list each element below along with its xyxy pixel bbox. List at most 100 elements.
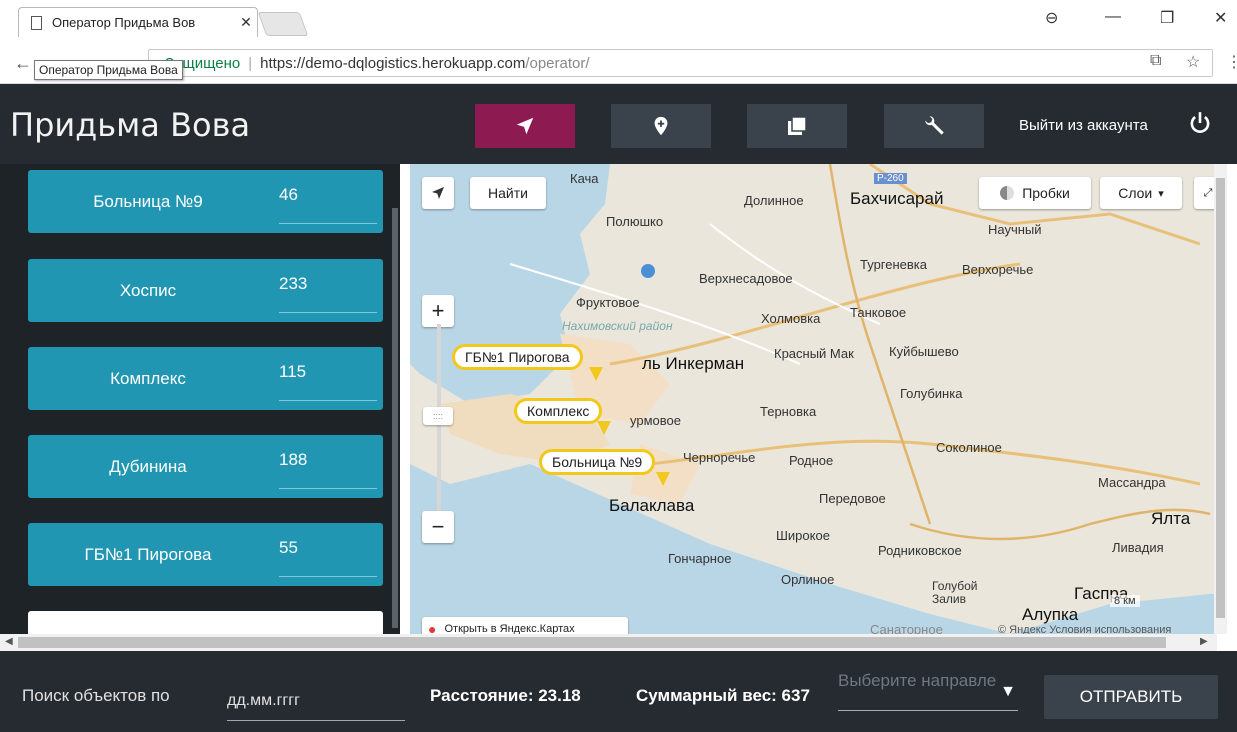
translate-icon[interactable]: ⧉ <box>1150 52 1161 70</box>
library-button[interactable] <box>747 104 847 148</box>
menu-icon[interactable]: ⋮ <box>1226 52 1237 72</box>
scroll-left-icon[interactable]: ◀ <box>5 636 13 647</box>
marker-label: Больница №9 <box>552 454 643 470</box>
objects-scrollbar[interactable] <box>390 164 400 634</box>
marker-label: Комплекс <box>527 403 590 419</box>
place-label: урмовое <box>630 413 681 428</box>
direction-select[interactable]: Выберите направле ▼ <box>838 671 1018 711</box>
map-scale: 8 км <box>1110 595 1140 607</box>
place-label: Ливадия <box>1112 540 1164 555</box>
objects-panel: Больница №9 46 Хоспис 233 Комплекс 115 Д… <box>0 164 400 634</box>
scroll-right-icon[interactable]: ▶ <box>1200 636 1208 647</box>
zoom-out-button[interactable]: − <box>422 511 454 543</box>
traffic-button[interactable]: Пробки <box>979 177 1091 209</box>
traffic-label: Пробки <box>1022 185 1070 201</box>
place-label: Холмовка <box>761 311 821 326</box>
object-value[interactable]: 233 <box>279 274 307 294</box>
map[interactable]: Кача Долинное Бахчисарай Р-260 Научный П… <box>410 164 1227 634</box>
place-label: Санаторное <box>870 622 943 634</box>
url-input[interactable]: Защищено | https://demo-dqlogistics.hero… <box>148 49 1213 77</box>
object-value[interactable]: 115 <box>279 362 306 382</box>
marker-tail <box>589 367 603 381</box>
place-label: Полюшко <box>606 214 664 229</box>
place-label: Терновка <box>760 404 817 419</box>
object-card[interactable]: Больница №9 46 <box>28 170 383 233</box>
traffic-icon <box>1000 186 1015 200</box>
minus-icon: − <box>431 514 445 539</box>
close-tab-icon[interactable]: ✕ <box>235 14 257 31</box>
map-copyright[interactable]: © Яндекс Условия использования <box>998 624 1171 634</box>
map-scrollbar[interactable] <box>1214 164 1227 634</box>
url-separator: | <box>248 54 253 72</box>
object-name: ГБ№1 Пирогова <box>84 545 212 564</box>
browser-tab[interactable]: Оператор Придьма Вов ✕ <box>18 7 258 37</box>
page-icon <box>31 15 42 30</box>
app-header: Придьма Вова Выйти из аккаунта <box>0 84 1237 164</box>
object-card[interactable]: Дубинина 188 <box>28 435 383 498</box>
road-label: Р-260 <box>874 173 907 184</box>
zoom-in-button[interactable]: + <box>422 295 454 327</box>
object-name: Дубинина <box>109 457 187 476</box>
navigation-icon <box>432 187 444 199</box>
map-marker[interactable]: ГБ№1 Пирогова <box>452 344 603 381</box>
place-label: Родное <box>789 453 834 468</box>
direction-placeholder: Выберите направле <box>838 671 997 690</box>
zoom-slider-handle[interactable]: :::: <box>423 407 453 425</box>
page-title: Придьма Вова <box>10 106 251 144</box>
profile-icon[interactable]: ⊖ <box>1045 8 1058 28</box>
url-host: https://demo-dqlogistics.herokuapp.com <box>260 54 526 72</box>
object-card[interactable]: Комплекс 115 <box>28 347 383 410</box>
find-button[interactable]: Найти <box>470 177 546 209</box>
geolocation-button[interactable] <box>422 177 454 209</box>
place-label: Балаклава <box>609 496 695 515</box>
power-icon[interactable] <box>1187 110 1213 136</box>
date-input[interactable] <box>227 681 405 721</box>
route-button[interactable] <box>475 104 575 148</box>
new-tab-button[interactable] <box>257 12 309 36</box>
back-icon[interactable]: ← <box>14 53 32 74</box>
district-label: Нахимовский район <box>562 319 673 333</box>
object-value[interactable]: 46 <box>279 185 298 205</box>
horizontal-scrollbar[interactable]: ◀ ▶ <box>0 634 1217 651</box>
settings-button[interactable] <box>884 104 984 148</box>
map-marker[interactable]: Больница №9 <box>539 449 670 486</box>
restore-icon[interactable]: ❐ <box>1160 8 1174 28</box>
place-label: Ялта <box>1151 509 1191 528</box>
search-label: Поиск объектов по <box>22 686 170 705</box>
open-yandex-label: Открыть в Яндекс.Картах <box>444 623 575 634</box>
scrollbar-thumb[interactable] <box>18 637 1166 648</box>
place-label: Научный <box>988 222 1042 237</box>
marker-label: ГБ№1 Пирогова <box>465 349 570 365</box>
object-value[interactable]: 55 <box>279 538 298 558</box>
place-label: Верхоречье <box>962 262 1034 277</box>
bookmark-star-icon[interactable]: ☆ <box>1186 52 1200 72</box>
scrollbar-thumb[interactable] <box>392 208 398 628</box>
browser-tabbar: Оператор Придьма Вов ✕ ⊖ — ❐ ✕ <box>0 0 1237 44</box>
object-card[interactable] <box>28 611 383 634</box>
bottom-bar: Поиск объектов по Расстояние: 23.18 Сумм… <box>0 651 1237 732</box>
value-underline <box>279 223 377 224</box>
logout-link[interactable]: Выйти из аккаунта <box>1019 117 1148 134</box>
map-marker[interactable]: Комплекс <box>514 398 611 435</box>
place-label: Куйбышево <box>889 344 959 359</box>
object-value[interactable]: 188 <box>279 450 307 470</box>
place-label: Тургеневка <box>860 257 927 272</box>
close-window-icon[interactable]: ✕ <box>1214 8 1227 28</box>
layers-button[interactable]: Слои ▾ <box>1100 177 1182 209</box>
open-yandex-link[interactable]: ● Открыть в Яндекс.Картах <box>422 617 628 634</box>
place-label: Черноречье <box>683 450 756 465</box>
object-card[interactable]: ГБ№1 Пирогова 55 <box>28 523 383 586</box>
scrollbar-thumb[interactable] <box>1216 178 1225 618</box>
place-label: Танковое <box>850 305 907 320</box>
object-name: Хоспис <box>119 281 177 300</box>
send-button[interactable]: ОТПРАВИТЬ <box>1044 675 1218 719</box>
place-label: Алупка <box>1022 605 1079 624</box>
place-label: Гончарное <box>668 551 732 566</box>
points-button[interactable] <box>611 104 711 148</box>
place-label: Орлиное <box>781 572 835 587</box>
minimize-icon[interactable]: — <box>1105 8 1121 26</box>
distance-value: Расстояние: 23.18 <box>430 686 581 705</box>
yandex-pin-icon: ● <box>428 621 437 634</box>
object-card[interactable]: Хоспис 233 <box>28 259 383 322</box>
marker-tail <box>656 472 670 486</box>
